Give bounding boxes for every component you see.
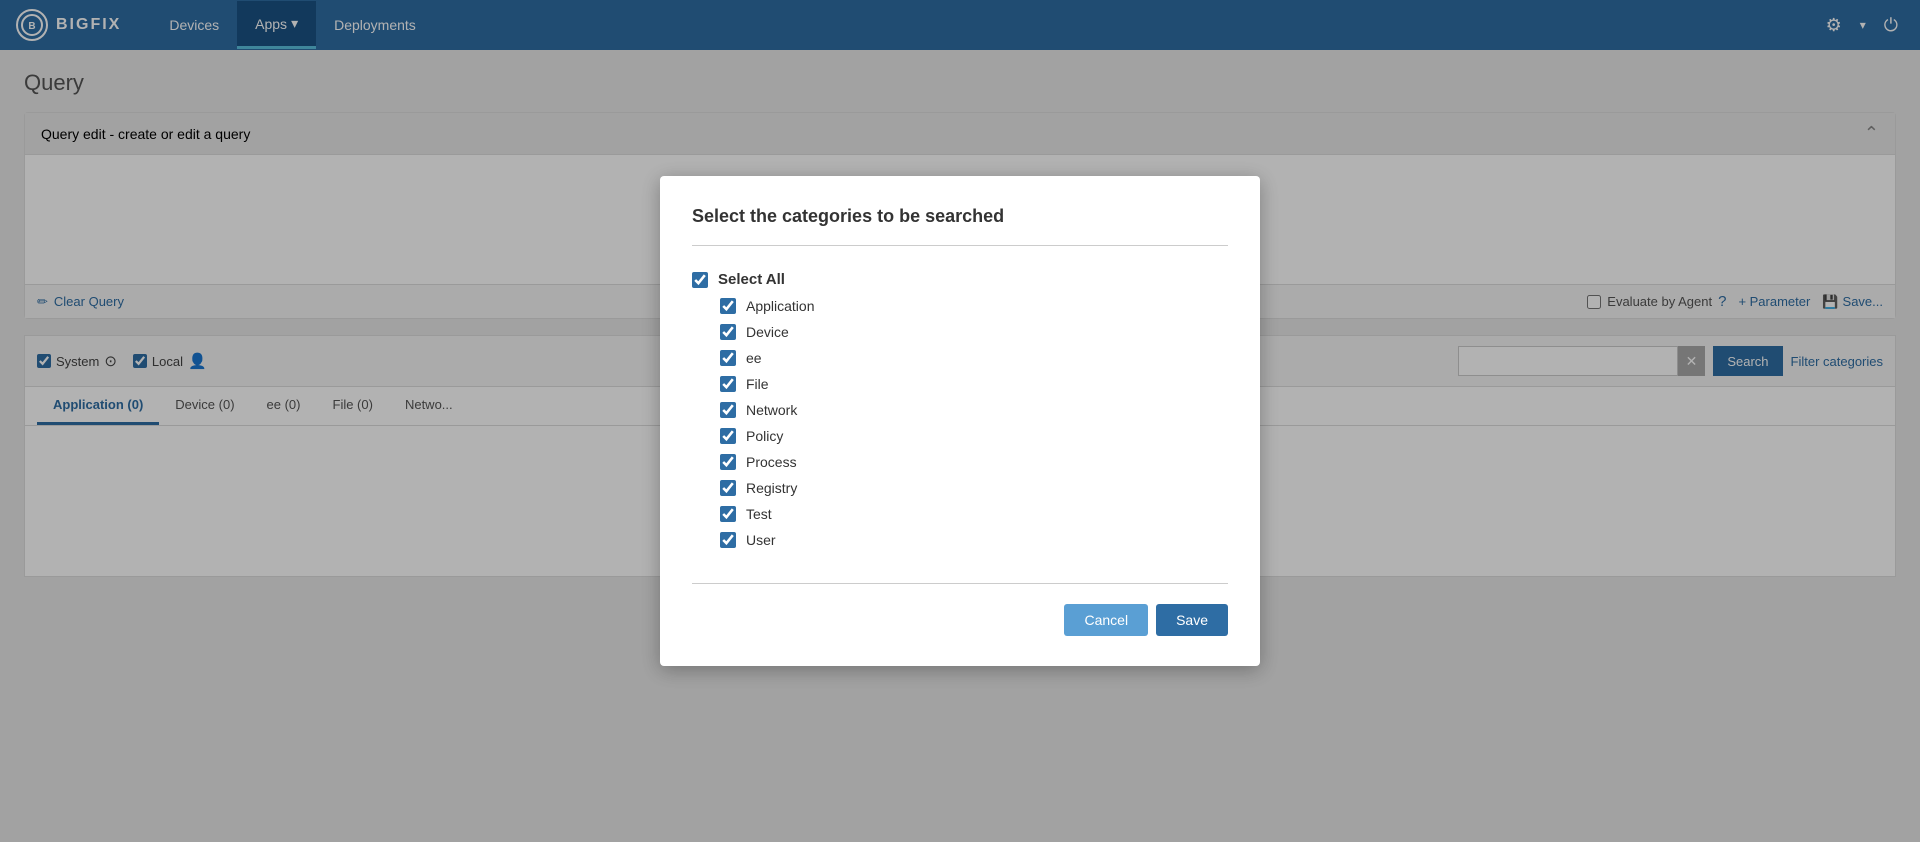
- category-registry: Registry: [692, 475, 1228, 501]
- category-test-checkbox[interactable]: [720, 506, 736, 522]
- category-policy: Policy: [692, 423, 1228, 449]
- modal-footer-divider: [692, 583, 1228, 584]
- category-file-label: File: [746, 376, 769, 392]
- modal-overlay[interactable]: Select the categories to be searched Sel…: [0, 0, 1920, 842]
- category-user-label: User: [746, 532, 776, 548]
- select-all-checkbox[interactable]: [692, 272, 708, 288]
- category-device-checkbox[interactable]: [720, 324, 736, 340]
- select-all-label: Select All: [718, 271, 785, 288]
- category-device: Device: [692, 319, 1228, 345]
- category-file-checkbox[interactable]: [720, 376, 736, 392]
- category-registry-label: Registry: [746, 480, 797, 496]
- category-test: Test: [692, 501, 1228, 527]
- category-ee-label: ee: [746, 350, 762, 366]
- category-policy-label: Policy: [746, 428, 783, 444]
- category-ee: ee: [692, 345, 1228, 371]
- category-application-checkbox[interactable]: [720, 298, 736, 314]
- category-test-label: Test: [746, 506, 772, 522]
- modal-buttons: Cancel Save: [692, 604, 1228, 636]
- category-user: User: [692, 527, 1228, 553]
- modal-title: Select the categories to be searched: [692, 206, 1228, 227]
- category-application-label: Application: [746, 298, 815, 314]
- category-application: Application: [692, 293, 1228, 319]
- modal-top-divider: [692, 245, 1228, 246]
- category-file: File: [692, 371, 1228, 397]
- category-process: Process: [692, 449, 1228, 475]
- category-registry-checkbox[interactable]: [720, 480, 736, 496]
- category-network: Network: [692, 397, 1228, 423]
- select-all-item: Select All: [692, 266, 1228, 293]
- category-ee-checkbox[interactable]: [720, 350, 736, 366]
- category-policy-checkbox[interactable]: [720, 428, 736, 444]
- modal-save-button[interactable]: Save: [1156, 604, 1228, 636]
- category-user-checkbox[interactable]: [720, 532, 736, 548]
- modal-cancel-button[interactable]: Cancel: [1064, 604, 1148, 636]
- category-network-checkbox[interactable]: [720, 402, 736, 418]
- modal-dialog: Select the categories to be searched Sel…: [660, 176, 1260, 666]
- category-network-label: Network: [746, 402, 797, 418]
- category-device-label: Device: [746, 324, 789, 340]
- category-process-label: Process: [746, 454, 797, 470]
- category-process-checkbox[interactable]: [720, 454, 736, 470]
